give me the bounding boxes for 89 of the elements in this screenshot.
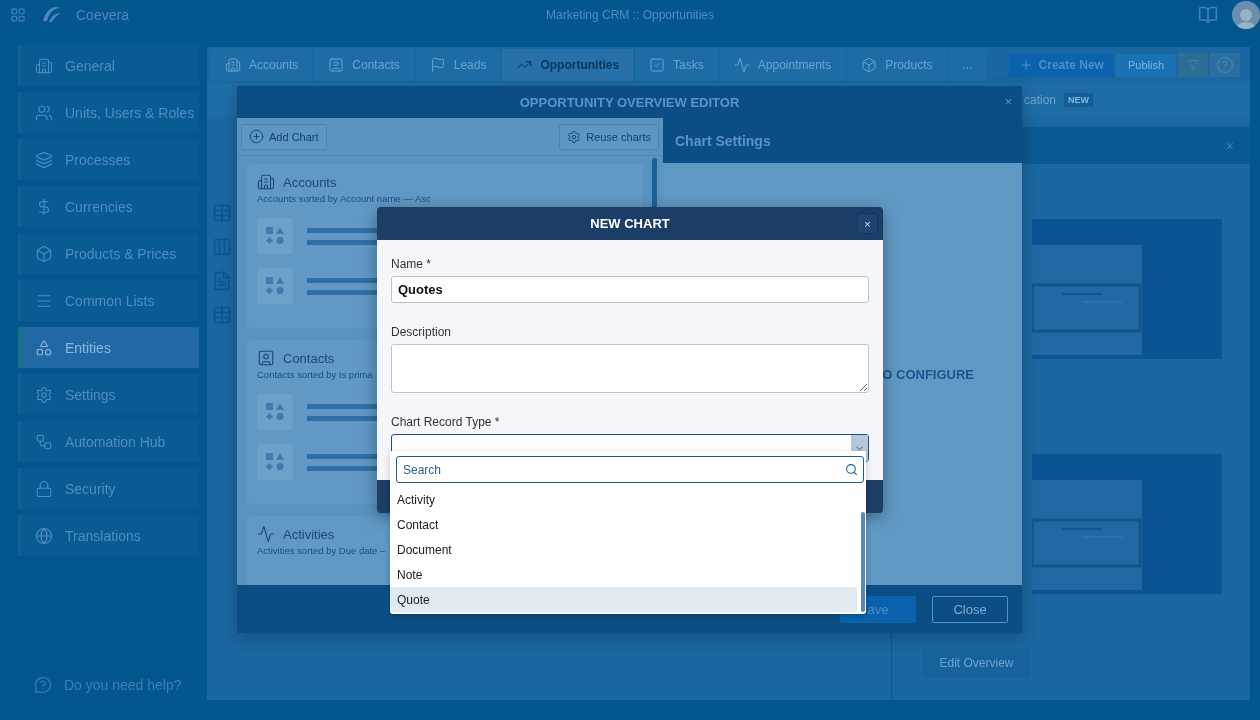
window-title: Marketing CRM :: Opportunities <box>545 8 715 22</box>
logo-text: Coevera <box>76 7 129 23</box>
reuse-charts-button[interactable]: Reuse charts <box>559 123 659 150</box>
logo-icon <box>40 5 62 25</box>
tab-icon <box>733 57 750 73</box>
tab-icon <box>328 57 345 73</box>
sidebar-item[interactable]: Units, Users & Roles <box>18 92 199 133</box>
tab-icon <box>429 57 446 73</box>
tab-icon <box>861 57 878 73</box>
dropdown-option[interactable]: Activity <box>390 487 857 512</box>
help-icon <box>34 676 52 694</box>
plus-icon <box>249 129 264 144</box>
panel-title: Chart Settings <box>675 132 771 149</box>
plus-icon <box>1018 58 1033 72</box>
card-subtitle: Contacts sorted by Is prima <box>257 369 373 380</box>
shapes-icon <box>265 276 285 296</box>
shapes-icon <box>265 226 285 246</box>
sidebar-icon <box>35 432 53 451</box>
sidebar-item[interactable]: Processes <box>18 139 199 180</box>
filter-icon <box>1187 59 1199 71</box>
tab[interactable]: Appointments <box>719 49 846 81</box>
sidebar-icon <box>35 56 53 75</box>
sidebar-item[interactable]: Translations <box>18 515 199 556</box>
search-field[interactable]: Search <box>396 456 864 483</box>
help-link[interactable]: Do you need help? <box>18 670 207 700</box>
tab[interactable]: Products <box>847 49 947 81</box>
dropdown-option[interactable]: Quote <box>390 587 857 612</box>
add-chart-button[interactable]: Add Chart <box>241 123 327 150</box>
name-field[interactable]: Quotes <box>391 276 869 303</box>
card-icon <box>257 525 275 543</box>
create-new-button[interactable]: Create New <box>1008 53 1114 77</box>
dropdown-option[interactable]: Contact <box>390 512 857 537</box>
tab-icon <box>225 57 241 73</box>
card-subtitle: Activities sorted by Due date – <box>257 545 386 556</box>
sidebar-icon <box>35 103 53 122</box>
sidebar-icon <box>35 479 53 498</box>
publish-button[interactable]: Publish <box>1115 53 1176 77</box>
gear-icon <box>567 129 582 144</box>
card-title: Activities <box>283 526 335 542</box>
dialog-title: NEW CHART <box>590 216 670 231</box>
field-label: Description <box>391 325 453 339</box>
field-label: Name * <box>391 257 432 271</box>
avatar[interactable] <box>1232 1 1260 29</box>
close-button[interactable]: × <box>857 213 878 234</box>
tab-label[interactable]: cation <box>1024 93 1057 107</box>
tab[interactable]: Contacts <box>314 49 414 81</box>
sidebar-icon <box>35 526 53 545</box>
close-button[interactable]: × <box>1004 94 1012 109</box>
sidebar-item[interactable]: Currencies <box>18 186 199 227</box>
edit-overview-button[interactable]: Edit Overview <box>923 648 1030 678</box>
card-title: Accounts <box>283 174 337 190</box>
sidebar-item[interactable]: Settings <box>18 374 199 415</box>
card-title: Contacts <box>283 350 335 366</box>
tab[interactable]: Leads <box>415 49 501 81</box>
description-field[interactable] <box>391 344 869 393</box>
sidebar-item[interactable]: Security <box>18 468 199 509</box>
tab[interactable]: Tasks <box>635 49 718 81</box>
dropdown-option[interactable]: Note <box>390 562 857 587</box>
dialog-title: OPPORTUNITY OVERVIEW EDITOR <box>519 94 740 110</box>
help-button[interactable] <box>1210 53 1240 77</box>
shapes-icon <box>265 452 285 472</box>
close-button[interactable]: Close <box>932 595 1008 623</box>
sidebar-icon <box>35 338 53 357</box>
scrollbar[interactable] <box>861 512 865 612</box>
sidebar-item[interactable]: General <box>18 45 199 86</box>
configure-hint: O CONFIGURE <box>882 366 974 382</box>
close-icon[interactable]: × <box>1225 137 1234 154</box>
card-subtitle: Accounts sorted by Account name — Asc <box>257 193 431 204</box>
shapes-icon <box>265 402 285 422</box>
sidebar-item[interactable]: Common Lists <box>18 280 199 321</box>
apps-icon[interactable] <box>10 7 26 23</box>
sidebar-item[interactable]: Automation Hub <box>18 421 199 462</box>
sidebar-item[interactable]: Entities <box>18 327 199 368</box>
field-label: Chart Record Type * <box>391 415 501 429</box>
sidebar-icon <box>35 150 53 169</box>
tab-icon <box>649 57 666 73</box>
search-icon <box>845 463 858 476</box>
card-icon <box>257 173 275 191</box>
sidebar-icon <box>35 244 53 263</box>
sidebar-icon <box>35 385 53 404</box>
tab[interactable]: Opportunities <box>502 49 634 81</box>
tab[interactable]: ... <box>948 49 987 81</box>
filter-button[interactable] <box>1178 53 1208 77</box>
tab[interactable]: Accounts <box>211 49 313 81</box>
dropdown-option[interactable]: Document <box>390 537 857 562</box>
book-icon[interactable] <box>1198 5 1218 25</box>
new-badge: NEW <box>1064 93 1094 107</box>
sidebar-item[interactable]: Products & Prices <box>18 233 199 274</box>
card-icon <box>257 349 275 367</box>
